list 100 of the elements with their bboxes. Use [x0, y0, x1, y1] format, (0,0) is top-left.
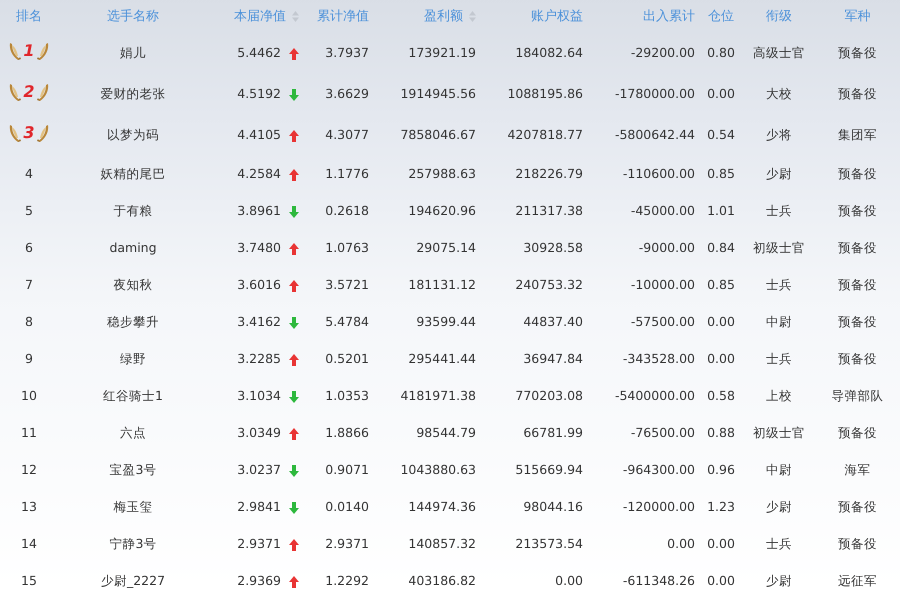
rank-number: 10	[21, 388, 37, 404]
laurel-icon	[9, 40, 22, 61]
profit-amount: 1043880.63	[400, 462, 476, 478]
player-name: 宁静3号	[110, 536, 156, 552]
player-name: 绿野	[120, 351, 146, 366]
rank-number: 5	[25, 203, 33, 218]
laurel-icon	[36, 82, 49, 102]
sort-icon[interactable]	[469, 11, 476, 22]
cumulative-flow: -76500.00	[630, 425, 695, 440]
profit-amount: 7858046.67	[400, 127, 476, 142]
rank-title: 少尉	[766, 166, 792, 182]
rank-number: 13	[21, 499, 37, 514]
cumulative-net-value: 1.0763	[325, 240, 369, 256]
position-ratio: 0.85	[707, 277, 735, 292]
cumulative-net-value: 0.5201	[325, 351, 369, 366]
cumulative-net-value: 1.0353	[325, 388, 369, 404]
service-branch: 预备役	[838, 86, 877, 102]
service-branch: 预备役	[838, 240, 877, 256]
laurel-icon	[36, 122, 49, 143]
account-equity: 211317.38	[515, 203, 583, 218]
position-ratio: 0.85	[707, 166, 735, 182]
net-value: 4.2584	[237, 165, 281, 184]
service-branch: 预备役	[838, 45, 877, 60]
net-value: 3.0237	[237, 461, 281, 480]
net-value: 3.7480	[237, 239, 281, 258]
cumulative-flow: -611348.26	[622, 573, 695, 588]
column-header: 出入累计	[643, 8, 695, 24]
account-equity: 240753.32	[515, 277, 583, 292]
service-branch: 海军	[844, 462, 870, 478]
column-header[interactable]: 盈利额	[424, 6, 463, 26]
profit-amount: 4181971.38	[400, 388, 476, 404]
column-header: 衔级	[766, 8, 792, 24]
profit-amount: 1914945.56	[400, 86, 476, 102]
cumulative-net-value: 1.2292	[325, 573, 369, 588]
rank-title: 士兵	[766, 203, 792, 218]
position-ratio: 0.84	[707, 240, 735, 256]
service-branch: 预备役	[838, 203, 877, 218]
profit-amount: 173921.19	[408, 45, 476, 60]
service-branch: 预备役	[838, 351, 877, 366]
account-equity: 218226.79	[515, 166, 583, 182]
service-branch: 预备役	[838, 425, 877, 440]
cumulative-net-value: 3.5721	[325, 277, 369, 292]
service-branch: 预备役	[838, 536, 877, 552]
rank-number: 7	[25, 277, 33, 292]
net-value: 3.1034	[237, 387, 281, 406]
player-name: 少尉_2227	[100, 573, 166, 588]
cumulative-flow: -45000.00	[630, 203, 695, 218]
account-equity: 184082.64	[515, 45, 583, 60]
net-value: 4.4105	[237, 126, 281, 144]
rank-number: 8	[25, 314, 33, 330]
position-ratio: 0.96	[707, 462, 735, 478]
net-value: 2.9371	[237, 535, 281, 554]
rank-title: 初级士官	[753, 425, 805, 440]
position-ratio: 1.01	[707, 203, 735, 218]
player-name: daming	[109, 240, 157, 256]
cumulative-net-value: 5.4784	[325, 314, 369, 330]
rank-title: 高级士官	[753, 45, 805, 60]
account-equity: 4207818.77	[507, 127, 583, 142]
rank-title: 士兵	[766, 277, 792, 292]
player-name: 娟儿	[120, 45, 146, 60]
cumulative-net-value: 3.7937	[325, 45, 369, 60]
rank-number: 1	[23, 42, 35, 59]
cumulative-net-value: 1.8866	[325, 425, 369, 440]
player-name: 红谷骑士1	[103, 388, 163, 404]
sort-icon[interactable]	[292, 11, 299, 22]
rank-title: 少尉	[766, 499, 792, 514]
cumulative-net-value: 3.6629	[325, 86, 369, 102]
account-equity: 66781.99	[523, 425, 583, 440]
service-branch: 导弹部队	[832, 388, 884, 404]
cumulative-flow: -5800642.44	[614, 127, 695, 142]
profit-amount: 98544.79	[416, 425, 476, 440]
player-name: 梅玉玺	[114, 499, 152, 514]
rank-number: 11	[21, 425, 37, 440]
cumulative-flow: -1780000.00	[614, 86, 695, 102]
column-header: 仓位	[708, 8, 734, 24]
position-ratio: 0.00	[707, 573, 735, 588]
laurel-icon	[36, 40, 49, 61]
profit-amount: 181131.12	[408, 277, 476, 292]
service-branch: 远征军	[838, 573, 877, 588]
cumulative-flow: -120000.00	[622, 499, 695, 514]
cumulative-net-value: 0.9071	[325, 462, 369, 478]
profit-amount: 29075.14	[416, 240, 476, 256]
position-ratio: 0.00	[707, 351, 735, 366]
service-branch: 预备役	[838, 314, 877, 330]
net-value: 2.9841	[237, 498, 281, 516]
profit-amount: 295441.44	[408, 351, 476, 366]
net-value: 5.4462	[237, 44, 281, 62]
column-header: 排名	[16, 8, 42, 24]
column-header[interactable]: 本届净值	[234, 6, 286, 26]
rank-number: 9	[25, 351, 33, 366]
rank-title: 少将	[766, 127, 792, 142]
cumulative-flow: -5400000.00	[614, 388, 695, 404]
position-ratio: 0.54	[707, 127, 735, 142]
player-name: 六点	[120, 425, 146, 440]
rank-title: 士兵	[766, 351, 792, 366]
player-name: 宝盈3号	[110, 462, 156, 478]
net-value: 3.0349	[237, 424, 281, 442]
net-value: 3.2285	[237, 350, 281, 368]
player-name: 妖精的尾巴	[100, 166, 166, 182]
rank-title: 士兵	[766, 536, 792, 552]
